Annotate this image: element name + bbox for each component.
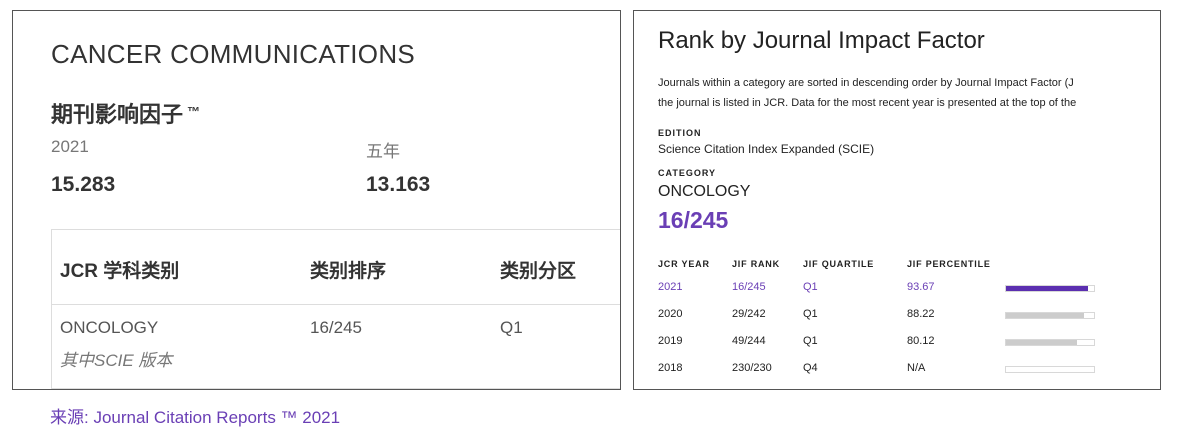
row-percentile: 88.22 bbox=[907, 308, 935, 320]
row-percentile: 80.12 bbox=[907, 335, 935, 347]
rank-description: Journals within a category are sorted in… bbox=[658, 73, 1138, 113]
percentile-bar-fill bbox=[1006, 313, 1084, 318]
category-label: CATEGORY bbox=[658, 168, 717, 178]
journal-summary-panel: CANCER COMMUNICATIONS 期刊影响因子 ™ 2021 15.28… bbox=[12, 10, 621, 390]
table-divider bbox=[52, 304, 620, 305]
category-value: ONCOLOGY bbox=[658, 183, 751, 200]
row-year: 2019 bbox=[658, 335, 683, 347]
category-rank-big: 16/245 bbox=[658, 207, 729, 233]
header-jcr-year: JCR YEAR bbox=[658, 259, 710, 269]
row-percentile: 93.67 bbox=[907, 281, 935, 293]
edition-label: EDITION bbox=[658, 128, 702, 138]
rank-title: Rank by Journal Impact Factor bbox=[658, 27, 985, 54]
row-rank: 49/244 bbox=[732, 335, 766, 347]
category-table: JCR 学科类别 类别排序 类别分区 ONCOLOGY 16/245 Q1 其中… bbox=[51, 229, 620, 389]
category-name: ONCOLOGY bbox=[60, 318, 159, 337]
five-year-label: 五年 bbox=[366, 142, 400, 161]
row-year: 2018 bbox=[658, 362, 683, 374]
percentile-bar-fill bbox=[1006, 286, 1089, 291]
row-rank: 230/230 bbox=[732, 362, 772, 374]
row-quartile: Q1 bbox=[803, 308, 818, 320]
row-rank: 29/242 bbox=[732, 308, 766, 320]
description-line: the journal is listed in JCR. Data for t… bbox=[658, 97, 1077, 109]
percentile-bar-fill bbox=[1006, 340, 1077, 345]
row-quartile: Q1 bbox=[803, 281, 818, 293]
header-jif-quartile: JIF QUARTILE bbox=[803, 259, 875, 269]
rank-panel: Rank by Journal Impact Factor Journals w… bbox=[633, 10, 1161, 390]
row-quartile: Q1 bbox=[803, 335, 818, 347]
category-rank: 16/245 bbox=[310, 318, 362, 337]
percentile-bar bbox=[1005, 312, 1095, 319]
jif-year-label: 2021 bbox=[51, 137, 89, 156]
edition-note: 其中SCIE 版本 bbox=[60, 351, 173, 370]
row-year: 2021 bbox=[658, 281, 683, 293]
percentile-bar bbox=[1005, 366, 1095, 373]
description-line: Journals within a category are sorted in… bbox=[658, 77, 1074, 89]
jif-heading: 期刊影响因子 ™ bbox=[51, 97, 200, 129]
jif-value: 15.283 bbox=[51, 173, 116, 196]
category-quartile: Q1 bbox=[500, 318, 523, 337]
header-rank: 类别排序 bbox=[310, 261, 387, 282]
row-rank: 16/245 bbox=[732, 281, 766, 293]
percentile-bar bbox=[1005, 285, 1095, 292]
row-percentile: N/A bbox=[907, 362, 926, 374]
edition-value: Science Citation Index Expanded (SCIE) bbox=[658, 142, 875, 156]
row-year: 2020 bbox=[658, 308, 683, 320]
jif-heading-text: 期刊影响因子 bbox=[51, 102, 184, 127]
journal-name: CANCER COMMUNICATIONS bbox=[51, 39, 416, 69]
five-year-jif-value: 13.163 bbox=[366, 173, 431, 196]
row-quartile: Q4 bbox=[803, 362, 818, 374]
header-jif-rank: JIF RANK bbox=[732, 259, 780, 269]
percentile-bar bbox=[1005, 339, 1095, 346]
source-citation: 来源: Journal Citation Reports ™ 2021 bbox=[50, 408, 341, 427]
header-jif-percentile: JIF PERCENTILE bbox=[907, 259, 991, 269]
trademark-mark: ™ bbox=[187, 104, 201, 119]
header-quartile: 类别分区 bbox=[500, 261, 577, 282]
header-category: JCR 学科类别 bbox=[60, 261, 180, 282]
